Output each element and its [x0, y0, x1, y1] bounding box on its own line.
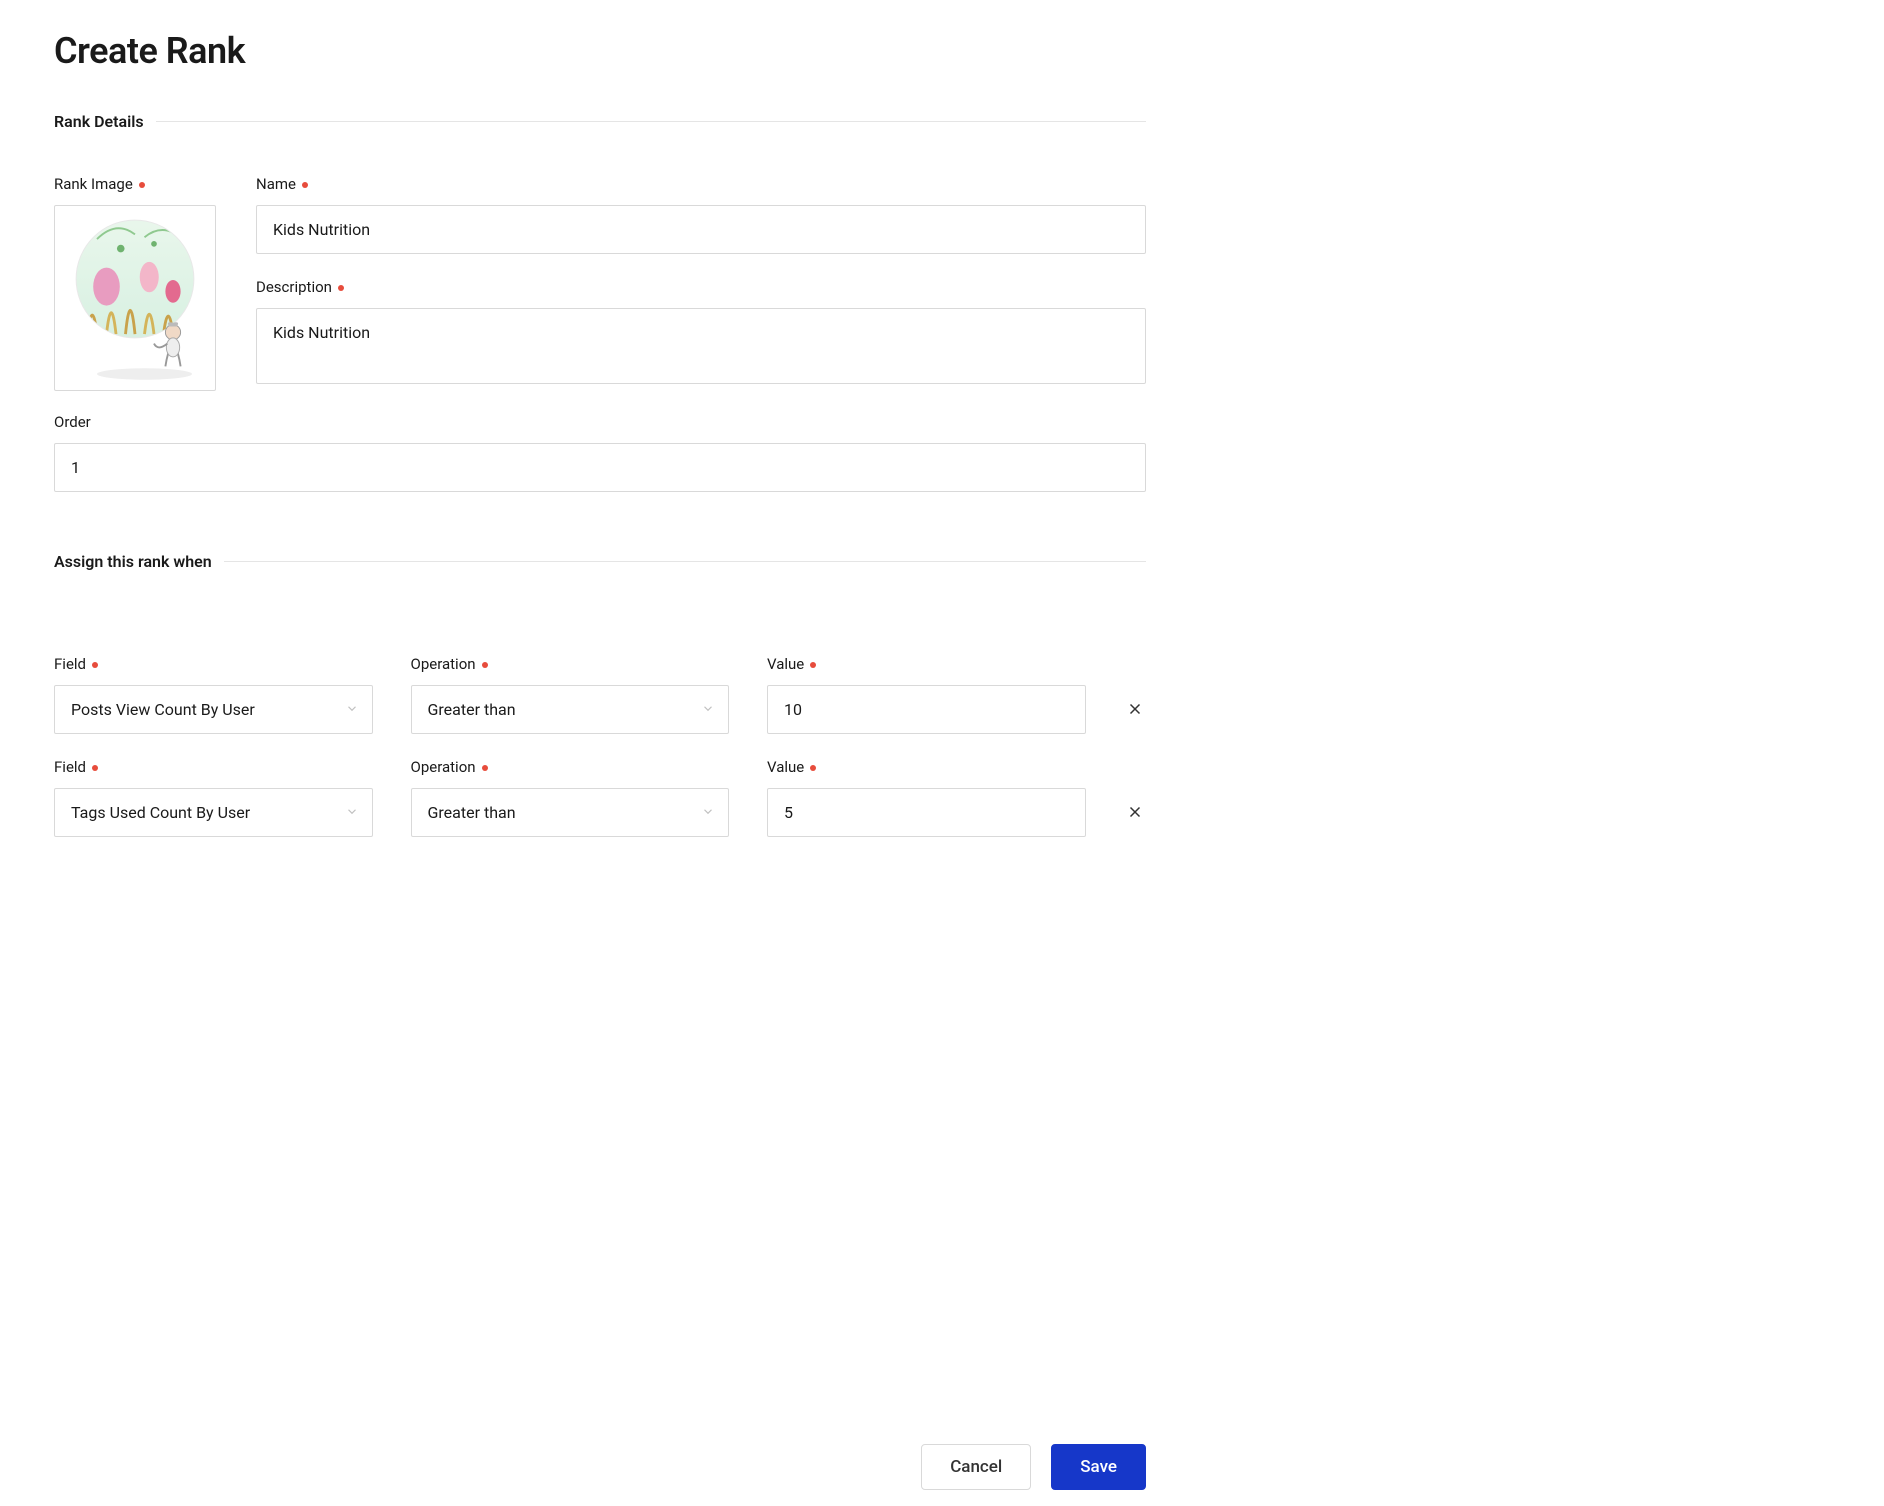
label-operation-text: Operation [411, 655, 476, 673]
name-input[interactable] [256, 205, 1146, 254]
label-field: Field [54, 758, 373, 776]
label-name-text: Name [256, 175, 296, 193]
label-operation-text: Operation [411, 758, 476, 776]
close-icon [1126, 700, 1144, 718]
required-indicator [302, 182, 308, 188]
value-input[interactable] [767, 788, 1086, 837]
label-field-text: Field [54, 758, 86, 776]
page-title: Create Rank [54, 30, 1146, 72]
section-title-rank-details: Rank Details [54, 112, 156, 131]
divider [156, 121, 1146, 122]
divider [224, 561, 1146, 562]
order-input[interactable] [54, 443, 1146, 492]
required-indicator [92, 662, 98, 668]
label-value: Value [767, 655, 1086, 673]
description-input[interactable]: Kids Nutrition [256, 308, 1146, 384]
label-value: Value [767, 758, 1086, 776]
label-operation: Operation [411, 758, 730, 776]
section-header-assign: Assign this rank when [54, 552, 1146, 571]
required-indicator [482, 765, 488, 771]
save-button[interactable]: Save [1051, 1444, 1146, 1490]
label-operation: Operation [411, 655, 730, 673]
section-header-rank-details: Rank Details [54, 112, 1146, 131]
rule-row: Field Posts View Count By User Operation… [54, 655, 1146, 734]
value-input[interactable] [767, 685, 1086, 734]
section-title-assign: Assign this rank when [54, 552, 224, 571]
remove-rule-button[interactable] [1124, 684, 1146, 734]
remove-rule-button[interactable] [1124, 787, 1146, 837]
field-select[interactable]: Tags Used Count By User [54, 788, 373, 837]
label-rank-image-text: Rank Image [54, 175, 133, 193]
label-rank-image: Rank Image [54, 175, 216, 193]
required-indicator [810, 765, 816, 771]
label-description-text: Description [256, 278, 332, 296]
label-description: Description [256, 278, 1146, 296]
label-field: Field [54, 655, 373, 673]
operation-select[interactable]: Greater than [411, 788, 730, 837]
close-icon [1126, 803, 1144, 821]
label-order: Order [54, 413, 1146, 431]
required-indicator [338, 285, 344, 291]
label-field-text: Field [54, 655, 86, 673]
cancel-button[interactable]: Cancel [921, 1444, 1031, 1490]
rank-image-preview [59, 209, 211, 387]
required-indicator [139, 182, 145, 188]
label-value-text: Value [767, 655, 804, 673]
label-order-text: Order [54, 413, 91, 431]
rule-row: Field Tags Used Count By User Operation … [54, 758, 1146, 837]
operation-select[interactable]: Greater than [411, 685, 730, 734]
required-indicator [92, 765, 98, 771]
field-select[interactable]: Posts View Count By User [54, 685, 373, 734]
rank-image-upload[interactable] [54, 205, 216, 391]
required-indicator [810, 662, 816, 668]
required-indicator [482, 662, 488, 668]
label-value-text: Value [767, 758, 804, 776]
label-name: Name [256, 175, 1146, 193]
footer-actions: Cancel Save [0, 1428, 1200, 1506]
